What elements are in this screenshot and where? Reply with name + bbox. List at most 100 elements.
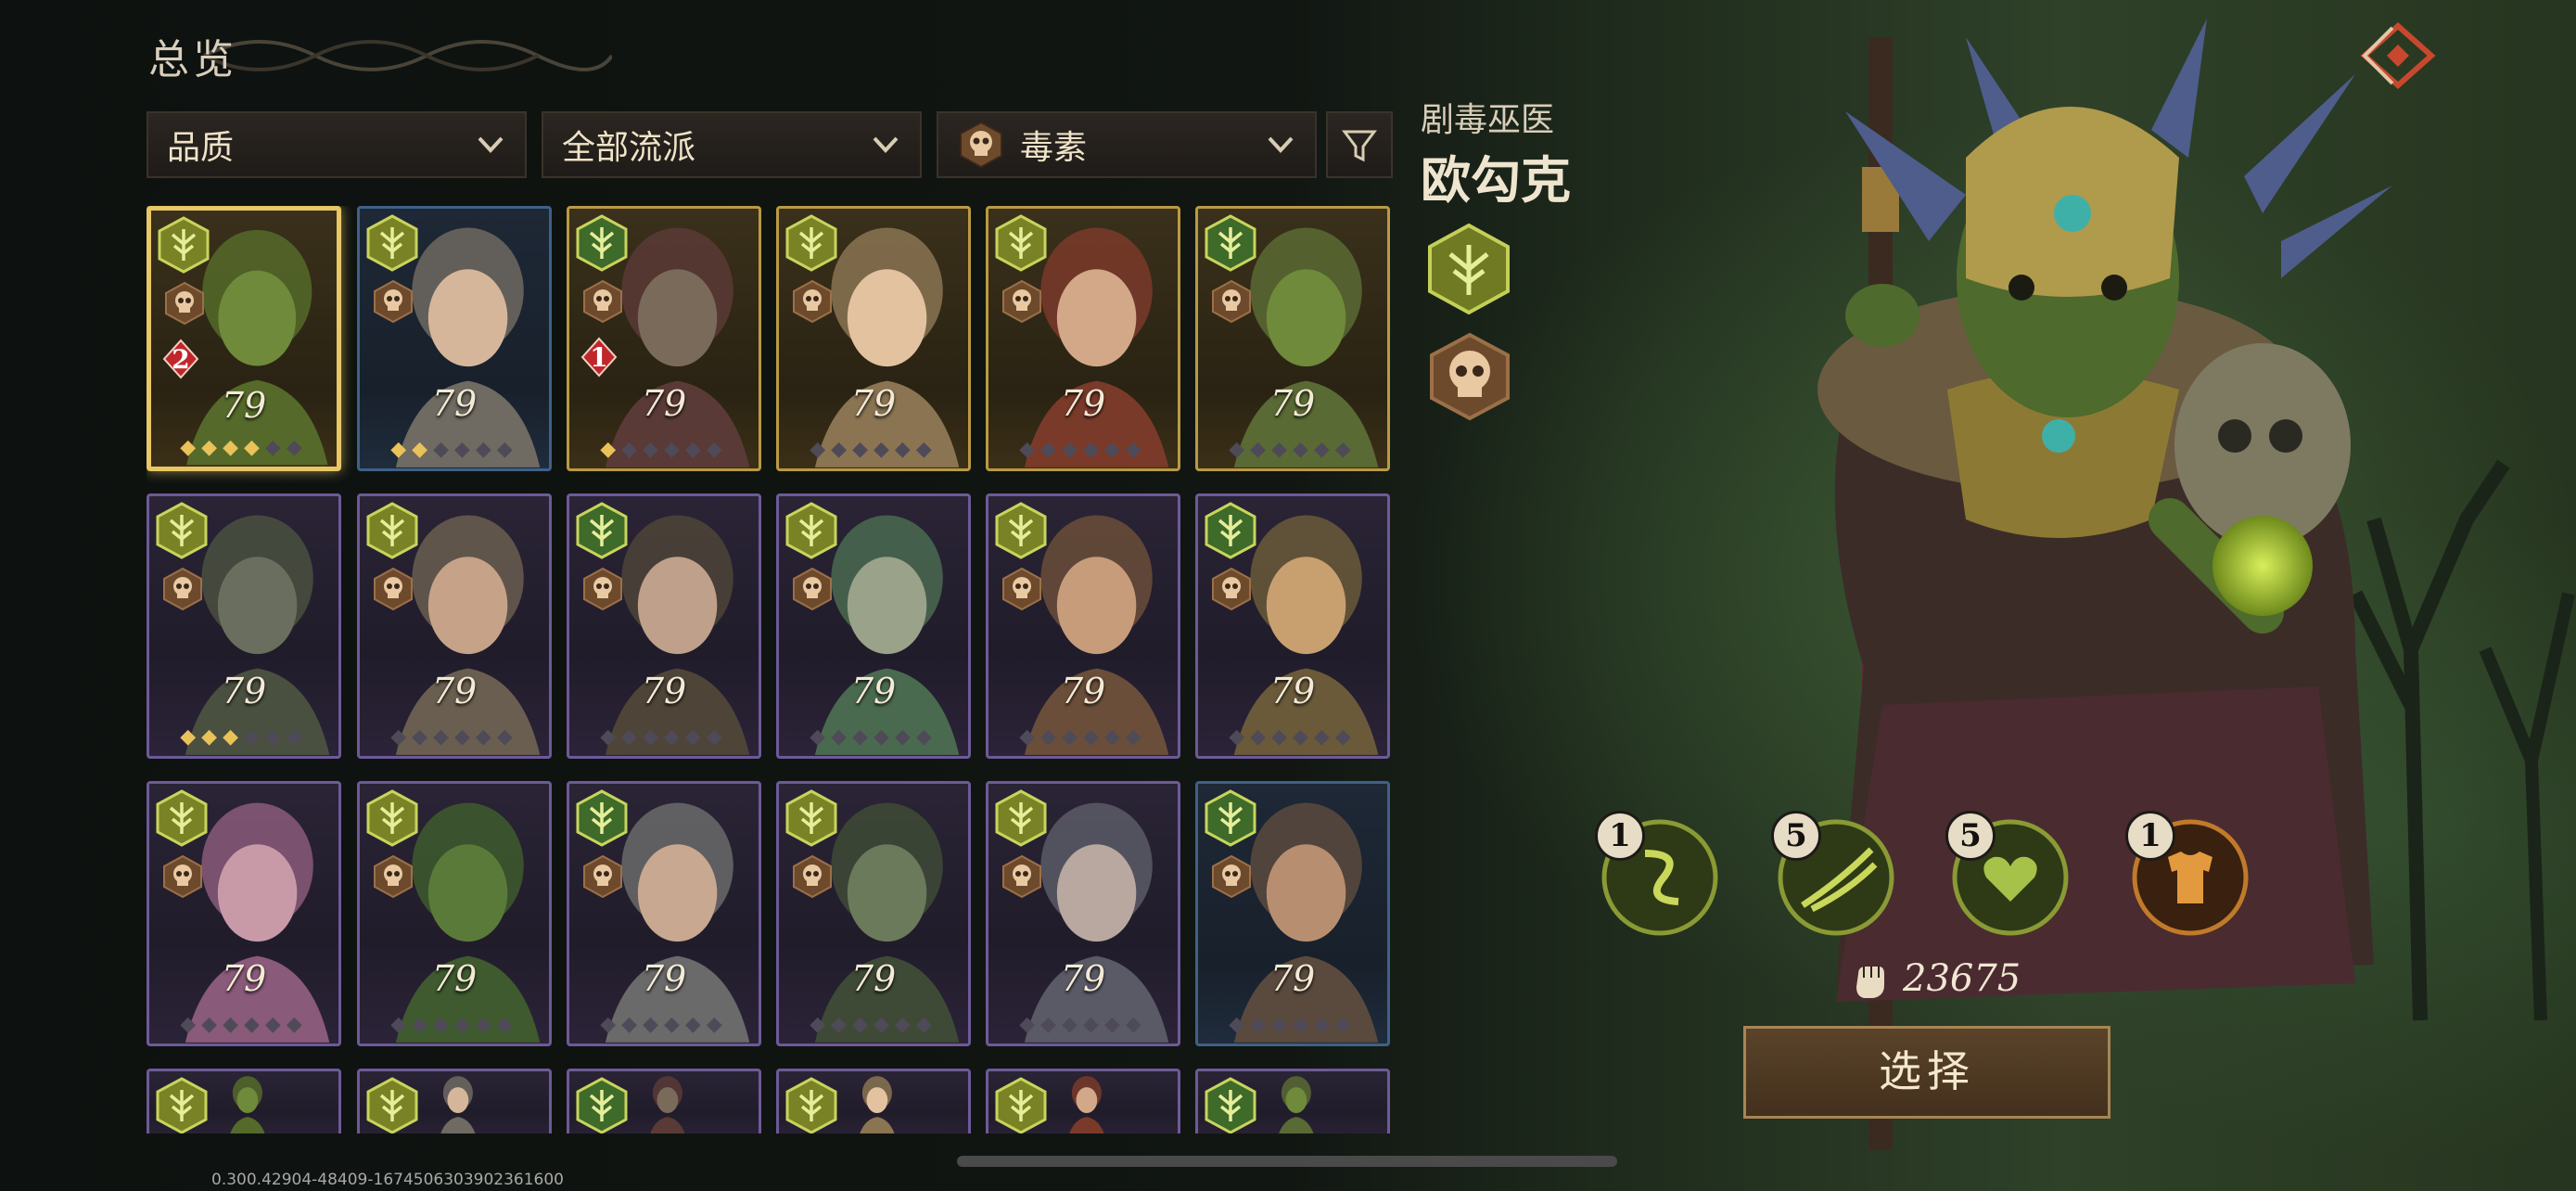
hero-level: 79 [221, 958, 267, 999]
hero-card[interactable]: 79 ◆◆◆◆◆◆ [776, 206, 971, 471]
hero-level: 79 [431, 958, 478, 999]
star-icon: ◆ [1040, 725, 1063, 749]
star-icon: ◆ [1083, 725, 1104, 749]
hero-card[interactable]: 79 ◆◆◆◆◆◆ [1195, 493, 1390, 759]
star-icon: ◆ [1313, 438, 1335, 461]
hero-card[interactable] [776, 1069, 971, 1133]
rank-value: 2 [172, 344, 190, 375]
class-emblem-icon [785, 214, 837, 272]
star-icon: ◆ [831, 725, 853, 749]
hero-card[interactable]: 79 ◆◆◆◆◆◆ [986, 206, 1180, 471]
skull-icon[interactable] [1428, 332, 1511, 421]
hero-level: 79 [1269, 671, 1316, 711]
filter-button[interactable] [1326, 111, 1393, 178]
star-rating: ◆◆◆◆◆◆ [988, 725, 1178, 749]
star-icon: ◆ [664, 725, 685, 749]
skill-swirl[interactable]: 1 [1595, 811, 1721, 939]
star-icon: ◆ [244, 436, 265, 459]
class-emblem-icon [995, 1077, 1047, 1133]
star-icon: ◆ [643, 1013, 664, 1036]
star-icon: ◆ [810, 725, 832, 749]
hero-card[interactable] [1195, 1069, 1390, 1133]
class-emblem-icon [1205, 502, 1256, 559]
hero-card[interactable]: 79 ◆◆◆◆◆◆ [357, 493, 552, 759]
star-icon: ◆ [600, 438, 622, 461]
star-icon: ◆ [894, 1013, 916, 1036]
class-emblem-icon [1205, 1077, 1256, 1133]
hero-card[interactable]: 79 ◆◆◆◆◆◆ [357, 206, 552, 471]
star-rating: ◆◆◆◆◆◆ [151, 436, 337, 459]
skill-slash[interactable]: 5 [1771, 811, 1897, 939]
star-icon: ◆ [223, 725, 244, 749]
hero-card[interactable]: 79 ◆◆◆◆◆◆ [357, 781, 552, 1046]
star-icon: ◆ [1062, 1013, 1083, 1036]
school-filter-dropdown[interactable]: 全部流派 [542, 111, 922, 178]
hero-card[interactable]: 79 ◆◆◆◆◆◆ [1195, 781, 1390, 1046]
hero-card[interactable] [147, 1069, 341, 1133]
skill-heart[interactable]: 5 [1945, 811, 2072, 939]
star-icon: ◆ [1062, 725, 1083, 749]
skull-icon [583, 279, 622, 324]
hero-card[interactable]: 79 ◆◆◆◆◆◆ [776, 781, 971, 1046]
select-button[interactable]: 选择 [1743, 1026, 2111, 1119]
hero-card[interactable]: 1 79 ◆◆◆◆◆◆ [567, 206, 761, 471]
star-icon: ◆ [1083, 1013, 1104, 1036]
hero-card[interactable]: 79 ◆◆◆◆◆◆ [776, 493, 971, 759]
star-rating: ◆◆◆◆◆◆ [988, 438, 1178, 461]
class-emblem-icon [576, 502, 628, 559]
skull-icon [793, 854, 832, 899]
star-icon: ◆ [1103, 438, 1126, 461]
star-icon: ◆ [1334, 438, 1357, 461]
hero-level: 79 [641, 671, 687, 711]
star-icon: ◆ [831, 1013, 853, 1036]
hero-card[interactable]: 79 ◆◆◆◆◆◆ [986, 781, 1180, 1046]
star-icon: ◆ [454, 438, 476, 461]
class-emblem-icon[interactable] [1426, 223, 1511, 315]
hero-card[interactable]: 79 ◆◆◆◆◆◆ [986, 493, 1180, 759]
skull-icon [1002, 854, 1041, 899]
hero-level: 79 [641, 383, 687, 424]
hero-card[interactable]: 79 ◆◆◆◆◆◆ [1195, 206, 1390, 471]
hero-grid[interactable]: 2 79 ◆◆◆◆◆◆ 79 ◆◆◆◆◆◆ 1 79 ◆◆◆◆◆◆ 79 ◆◆◆◆◆◆ 79 ◆◆◆◆… [147, 206, 1393, 1133]
class-emblem-icon [995, 789, 1047, 847]
star-icon: ◆ [706, 438, 728, 461]
star-icon: ◆ [475, 1013, 497, 1036]
star-rating: ◆◆◆◆◆◆ [149, 1013, 338, 1036]
hero-card[interactable]: 79 ◆◆◆◆◆◆ [147, 493, 341, 759]
hero-card[interactable]: 2 79 ◆◆◆◆◆◆ [147, 206, 341, 471]
skill-count: 5 [1945, 811, 1996, 861]
damage-type-filter-dropdown[interactable]: 毒素 [937, 111, 1317, 178]
back-icon[interactable] [2355, 17, 2441, 95]
star-icon: ◆ [433, 438, 454, 461]
home-indicator[interactable] [957, 1156, 1617, 1167]
hero-level: 79 [850, 958, 897, 999]
star-icon: ◆ [684, 1013, 707, 1036]
star-rating: ◆◆◆◆◆◆ [1198, 438, 1387, 461]
hero-level: 79 [431, 383, 478, 424]
star-icon: ◆ [180, 436, 202, 459]
hero-level: 79 [221, 385, 267, 426]
hero-card[interactable] [357, 1069, 552, 1133]
star-icon: ◆ [244, 725, 265, 749]
hero-card[interactable]: 79 ◆◆◆◆◆◆ [567, 781, 761, 1046]
skill-armor[interactable]: 1 [2125, 811, 2251, 939]
star-icon: ◆ [600, 1013, 622, 1036]
star-icon: ◆ [600, 725, 622, 749]
star-icon: ◆ [706, 1013, 728, 1036]
star-icon: ◆ [1250, 725, 1272, 749]
star-icon: ◆ [496, 438, 518, 461]
star-icon: ◆ [286, 725, 308, 749]
hero-card[interactable]: 79 ◆◆◆◆◆◆ [147, 781, 341, 1046]
skull-icon [793, 567, 832, 611]
star-icon: ◆ [496, 1013, 518, 1036]
hero-card[interactable] [567, 1069, 761, 1133]
quality-filter-dropdown[interactable]: 品质 [147, 111, 527, 178]
hero-card[interactable] [986, 1069, 1180, 1133]
hero-level: 79 [850, 383, 897, 424]
star-icon: ◆ [1083, 438, 1104, 461]
star-icon: ◆ [433, 725, 454, 749]
class-emblem-icon [156, 1077, 208, 1133]
star-rating: ◆◆◆◆◆◆ [360, 1013, 549, 1036]
star-icon: ◆ [264, 1013, 287, 1036]
hero-card[interactable]: 79 ◆◆◆◆◆◆ [567, 493, 761, 759]
